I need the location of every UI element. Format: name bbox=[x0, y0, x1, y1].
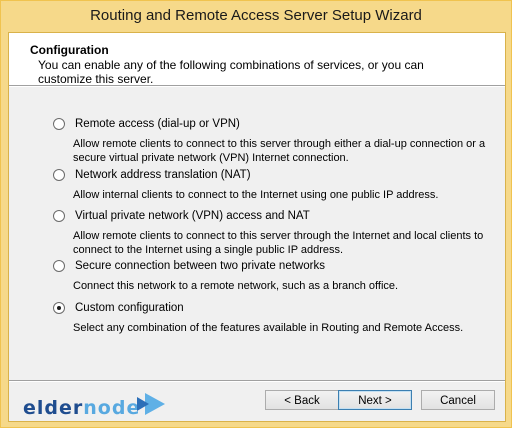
radio-vpn-and-nat[interactable] bbox=[53, 210, 65, 222]
option-label[interactable]: Custom configuration bbox=[75, 301, 184, 315]
option-description: Allow remote clients to connect to this … bbox=[73, 230, 484, 256]
next-button[interactable]: Next > bbox=[338, 390, 412, 410]
option-nat[interactable]: Network address translation (NAT) Allow … bbox=[53, 168, 493, 202]
cancel-button[interactable]: Cancel bbox=[421, 390, 495, 410]
option-remote-access[interactable]: Remote access (dial-up or VPN) Allow rem… bbox=[53, 117, 493, 165]
wizard-window: Routing and Remote Access Server Setup W… bbox=[0, 0, 512, 428]
option-description: Connect this network to a remote network… bbox=[73, 280, 399, 292]
option-label[interactable]: Secure connection between two private ne… bbox=[75, 259, 325, 273]
wizard-client-area: Configuration You can enable any of the … bbox=[8, 32, 506, 422]
option-label[interactable]: Virtual private network (VPN) access and… bbox=[75, 209, 310, 223]
option-vpn-and-nat[interactable]: Virtual private network (VPN) access and… bbox=[53, 209, 493, 257]
option-custom-configuration[interactable]: Custom configuration Select any combinat… bbox=[53, 301, 493, 335]
option-label[interactable]: Remote access (dial-up or VPN) bbox=[75, 117, 240, 131]
window-title: Routing and Remote Access Server Setup W… bbox=[90, 7, 422, 24]
radio-nat[interactable] bbox=[53, 169, 65, 181]
radio-custom-configuration[interactable] bbox=[53, 302, 65, 314]
option-secure-connection[interactable]: Secure connection between two private ne… bbox=[53, 259, 493, 293]
logo-play-icon bbox=[137, 393, 165, 415]
logo-text-part1: elder bbox=[23, 397, 84, 419]
wizard-header: Configuration You can enable any of the … bbox=[9, 33, 505, 86]
footer-divider-highlight bbox=[9, 381, 505, 382]
logo-text-part2: node bbox=[83, 397, 141, 419]
page-title: Configuration bbox=[30, 43, 109, 57]
radio-remote-access[interactable] bbox=[53, 118, 65, 130]
page-subtitle: You can enable any of the following comb… bbox=[38, 58, 424, 86]
back-button[interactable]: < Back bbox=[265, 390, 339, 410]
radio-secure-connection[interactable] bbox=[53, 260, 65, 272]
option-description: Select any combination of the features a… bbox=[73, 322, 464, 334]
option-description: Allow internal clients to connect to the… bbox=[73, 189, 439, 201]
option-description: Allow remote clients to connect to this … bbox=[73, 138, 486, 164]
option-label[interactable]: Network address translation (NAT) bbox=[75, 168, 251, 182]
header-divider-highlight bbox=[9, 86, 505, 87]
